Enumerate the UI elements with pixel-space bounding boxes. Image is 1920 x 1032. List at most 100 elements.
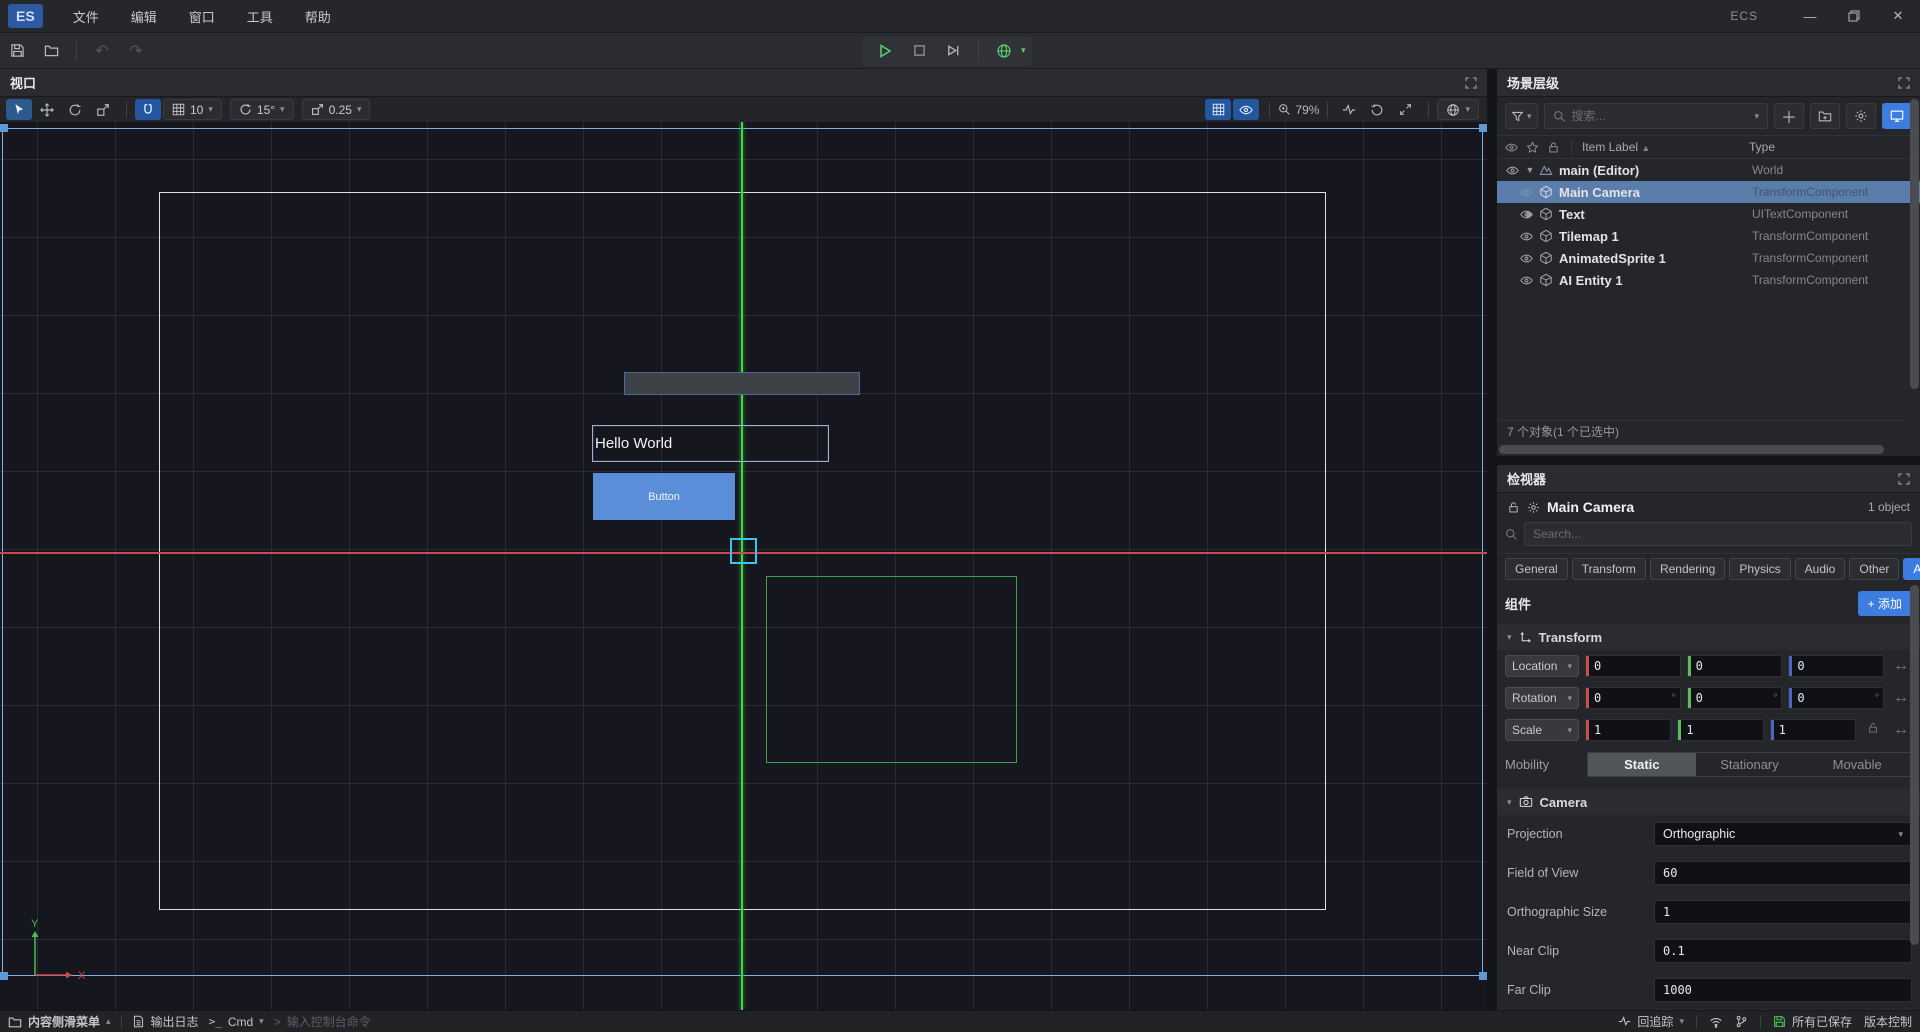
location-x-field[interactable] bbox=[1586, 656, 1680, 676]
mobility-movable[interactable]: Movable bbox=[1803, 753, 1911, 776]
tab-general[interactable]: General bbox=[1505, 558, 1568, 580]
play-button[interactable] bbox=[870, 38, 900, 64]
rotation-dropdown[interactable]: Rotation▾ bbox=[1505, 687, 1579, 709]
scene-canvas[interactable]: Hello World Button Y X bbox=[0, 122, 1487, 1010]
open-folder-button[interactable] bbox=[36, 38, 66, 64]
projection-dropdown[interactable]: Orthographic▾ bbox=[1654, 822, 1912, 846]
rotation-y-field[interactable] bbox=[1688, 688, 1782, 708]
far-clip-field[interactable] bbox=[1655, 983, 1911, 997]
stop-button[interactable] bbox=[904, 38, 934, 64]
rotation-z-field[interactable] bbox=[1789, 688, 1883, 708]
maximize-button[interactable] bbox=[1832, 0, 1876, 33]
button-widget[interactable]: Button bbox=[593, 473, 735, 520]
hierarchy-settings-button[interactable] bbox=[1846, 103, 1876, 129]
orthographic-size-field[interactable] bbox=[1655, 905, 1911, 919]
fullscreen-button[interactable] bbox=[1392, 99, 1418, 120]
mobility-stationary[interactable]: Stationary bbox=[1696, 753, 1804, 776]
resize-handle[interactable] bbox=[0, 972, 8, 980]
add-folder-button[interactable] bbox=[1810, 103, 1840, 129]
inspector-search-input[interactable] bbox=[1533, 527, 1903, 541]
expand-panel-icon[interactable] bbox=[1898, 473, 1910, 485]
chevron-down-icon[interactable]: ▼ bbox=[1521, 165, 1539, 175]
column-item-label[interactable]: Item Label ▲ bbox=[1571, 140, 1749, 154]
tab-rendering[interactable]: Rendering bbox=[1650, 558, 1725, 580]
link-axes-icon[interactable]: ↔ bbox=[1890, 657, 1912, 675]
tab-physics[interactable]: Physics bbox=[1729, 558, 1790, 580]
chevron-right-icon[interactable]: ▶ bbox=[1521, 209, 1539, 220]
tree-row-text[interactable]: ▶ Text UITextComponent bbox=[1497, 203, 1920, 225]
tree-row-animatedsprite[interactable]: AnimatedSprite 1 TransformComponent bbox=[1497, 247, 1920, 269]
redo-button[interactable]: ↷ bbox=[121, 38, 151, 64]
chevron-down-icon[interactable]: ▾ bbox=[1021, 45, 1026, 56]
vertical-scrollbar[interactable] bbox=[1910, 99, 1919, 389]
location-y-field[interactable] bbox=[1688, 656, 1782, 676]
expand-panel-icon[interactable] bbox=[1898, 77, 1910, 89]
lock-icon[interactable] bbox=[1547, 141, 1560, 154]
panel-divider[interactable] bbox=[1487, 69, 1497, 1010]
content-drawer-button[interactable]: 内容侧滑菜单 ▴ bbox=[8, 1013, 111, 1030]
save-button[interactable] bbox=[2, 38, 32, 64]
camera-section-header[interactable]: ▾ Camera bbox=[1497, 789, 1920, 815]
rotation-x-field[interactable] bbox=[1586, 688, 1680, 708]
tree-row-tilemap[interactable]: Tilemap 1 TransformComponent bbox=[1497, 225, 1920, 247]
minimize-button[interactable]: — bbox=[1788, 0, 1832, 33]
vertical-scrollbar[interactable] bbox=[1910, 585, 1919, 945]
resize-handle[interactable] bbox=[1479, 972, 1487, 980]
mobility-static[interactable]: Static bbox=[1588, 753, 1696, 776]
unlock-icon[interactable] bbox=[1507, 501, 1520, 514]
trace-dropdown[interactable]: 回追踪 ▾ bbox=[1618, 1013, 1684, 1030]
column-type[interactable]: Type bbox=[1749, 140, 1775, 154]
snap-tool-button[interactable] bbox=[135, 99, 161, 120]
hierarchy-search-input[interactable] bbox=[1572, 109, 1749, 123]
menu-window[interactable]: 窗口 bbox=[173, 1, 231, 32]
output-log-button[interactable]: 输出日志 bbox=[132, 1013, 199, 1030]
scale-tool-button[interactable] bbox=[90, 99, 116, 120]
entity-bounds-rect[interactable] bbox=[766, 576, 1017, 763]
menu-file[interactable]: 文件 bbox=[57, 1, 115, 32]
version-control-button[interactable]: 版本控制 bbox=[1864, 1013, 1912, 1030]
save-status[interactable]: 所有已保存 bbox=[1773, 1013, 1852, 1030]
text-widget[interactable]: Hello World bbox=[592, 425, 829, 462]
rotation-snap-dropdown[interactable]: 15° ▾ bbox=[230, 99, 294, 120]
location-dropdown[interactable]: Location▾ bbox=[1505, 655, 1579, 677]
tilemap-widget[interactable] bbox=[624, 372, 860, 395]
link-axes-icon[interactable]: ↔ bbox=[1890, 721, 1912, 739]
tab-audio[interactable]: Audio bbox=[1795, 558, 1846, 580]
add-component-button[interactable]: + 添加 bbox=[1858, 591, 1912, 616]
tab-other[interactable]: Other bbox=[1849, 558, 1899, 580]
tab-all[interactable]: All bbox=[1903, 558, 1920, 580]
resize-handle[interactable] bbox=[1479, 124, 1487, 132]
selection-gizmo[interactable] bbox=[730, 538, 757, 564]
menu-tools[interactable]: 工具 bbox=[231, 1, 289, 32]
visibility-button[interactable] bbox=[1233, 99, 1259, 120]
rotate-tool-button[interactable] bbox=[62, 99, 88, 120]
scale-x-field[interactable] bbox=[1586, 720, 1670, 740]
resize-handle[interactable] bbox=[0, 124, 8, 132]
console-command-input[interactable]: > 输入控制台命令 bbox=[274, 1013, 371, 1030]
move-tool-button[interactable] bbox=[34, 99, 60, 120]
star-icon[interactable] bbox=[1526, 141, 1539, 154]
cmd-dropdown[interactable]: >_ Cmd ▾ bbox=[209, 1015, 264, 1029]
eye-icon[interactable] bbox=[1505, 141, 1518, 154]
hierarchy-search[interactable]: ▾ bbox=[1544, 103, 1768, 129]
tree-row-world[interactable]: ▼ main (Editor) World bbox=[1497, 159, 1920, 181]
step-button[interactable] bbox=[938, 38, 968, 64]
transform-section-header[interactable]: ▾ Transform bbox=[1497, 624, 1920, 650]
scale-y-field[interactable] bbox=[1678, 720, 1762, 740]
location-z-field[interactable] bbox=[1789, 656, 1883, 676]
near-clip-field[interactable] bbox=[1655, 944, 1911, 958]
network-status-icon[interactable] bbox=[1709, 1015, 1723, 1029]
view-mode-button[interactable] bbox=[1882, 103, 1912, 129]
link-axes-icon[interactable]: ↔ bbox=[1890, 689, 1912, 707]
tab-transform[interactable]: Transform bbox=[1572, 558, 1646, 580]
tree-row-ai-entity[interactable]: AI Entity 1 TransformComponent bbox=[1497, 269, 1920, 291]
uniform-scale-lock-icon[interactable] bbox=[1862, 721, 1884, 739]
tree-row-main-camera[interactable]: Main Camera TransformComponent bbox=[1497, 181, 1920, 203]
network-button[interactable] bbox=[989, 38, 1019, 64]
scale-z-field[interactable] bbox=[1771, 720, 1855, 740]
stats-button[interactable] bbox=[1336, 99, 1362, 120]
undo-button[interactable]: ↶ bbox=[87, 38, 117, 64]
eye-icon[interactable] bbox=[1520, 186, 1533, 199]
eye-icon[interactable] bbox=[1520, 274, 1533, 287]
eye-icon[interactable] bbox=[1520, 230, 1533, 243]
